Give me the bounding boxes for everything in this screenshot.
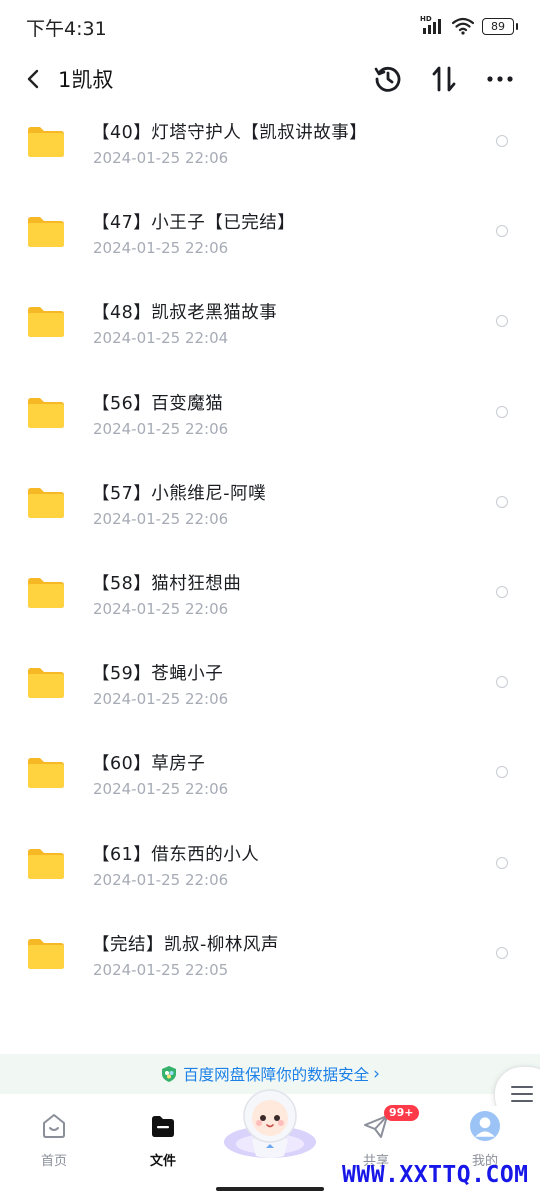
tab-label: 首页 xyxy=(40,1154,67,1169)
file-name: 【47】小王子【已完结】 xyxy=(92,213,296,234)
assistant-mascot-button[interactable] xyxy=(222,1082,318,1160)
mascot-icon xyxy=(224,1089,316,1158)
file-list-item[interactable]: 【48】凯叔老黑猫故事 2024-01-25 22:04 xyxy=(0,286,540,376)
file-date: 2024-01-25 22:06 xyxy=(93,509,229,528)
file-date: 2024-01-25 22:06 xyxy=(93,780,229,799)
file-date: 2024-01-25 22:06 xyxy=(93,419,229,438)
select-radio[interactable] xyxy=(496,315,508,328)
file-date: 2024-01-25 22:06 xyxy=(93,239,229,258)
file-date: 2024-01-25 22:04 xyxy=(93,329,229,348)
back-button[interactable] xyxy=(18,62,48,96)
file-name: 【58】猫村狂想曲 xyxy=(92,573,242,594)
avatar-icon xyxy=(470,1111,500,1141)
menu-line xyxy=(511,1086,533,1088)
status-time: 下午4:31 xyxy=(26,18,107,40)
home-icon xyxy=(43,1114,65,1138)
more-button[interactable] xyxy=(482,62,518,96)
history-button[interactable] xyxy=(370,62,406,96)
select-radio[interactable] xyxy=(496,405,508,418)
file-list-item[interactable]: 【40】灯塔守护人【凯叔讲故事】 2024-01-25 22:06 xyxy=(0,106,540,196)
select-radio[interactable] xyxy=(496,495,508,508)
tab-files[interactable]: 文件 xyxy=(123,1106,203,1176)
signal-icon: HD xyxy=(420,15,444,35)
file-list-item[interactable]: 【60】草房子 2024-01-25 22:06 xyxy=(0,737,540,827)
menu-line xyxy=(511,1093,533,1095)
folder-icon xyxy=(28,217,64,248)
folder-icon xyxy=(28,938,64,969)
back-icon xyxy=(27,69,39,89)
select-radio[interactable] xyxy=(496,856,508,869)
file-list: 【40】灯塔守护人【凯叔讲故事】 2024-01-25 22:06 【47】小王… xyxy=(0,106,540,1008)
tab-home[interactable]: 首页 xyxy=(14,1106,94,1176)
file-name: 【59】苍蝇小子 xyxy=(92,664,224,685)
file-name: 【57】小熊维尼-阿噗 xyxy=(92,483,267,504)
wifi-icon xyxy=(451,17,475,35)
file-name: 【完结】凯叔-柳林风声 xyxy=(92,934,279,955)
select-radio[interactable] xyxy=(496,225,508,238)
folder-icon xyxy=(28,397,64,428)
folder-icon xyxy=(28,127,64,157)
file-name: 【61】借东西的小人 xyxy=(92,844,260,865)
file-list-item[interactable]: 【57】小熊维尼-阿噗 2024-01-25 22:06 xyxy=(0,467,540,557)
battery-indicator: 89 xyxy=(482,17,518,35)
notification-badge: 99+ xyxy=(384,1105,419,1121)
folder-icon xyxy=(28,848,64,879)
file-list-item[interactable]: 【56】百变魔猫 2024-01-25 22:06 xyxy=(0,377,540,467)
home-indicator xyxy=(216,1187,324,1191)
file-date: 2024-01-25 22:06 xyxy=(93,690,229,709)
folder-icon xyxy=(28,307,64,338)
file-name: 【40】灯塔守护人【凯叔讲故事】 xyxy=(92,123,368,143)
folder-icon xyxy=(28,577,64,608)
sort-button[interactable] xyxy=(426,62,462,96)
sort-icon xyxy=(432,66,456,92)
select-radio[interactable] xyxy=(496,946,508,959)
folder-icon xyxy=(28,487,64,518)
file-list-item[interactable]: 【61】借东西的小人 2024-01-25 22:06 xyxy=(0,828,540,918)
status-bar: 下午4:31 HD 89 xyxy=(0,0,540,52)
chevron-right-icon: › xyxy=(373,1064,380,1084)
file-date: 2024-01-25 22:05 xyxy=(93,960,229,979)
top-bar: 1凯叔 xyxy=(0,52,540,106)
status-icons: HD 89 xyxy=(420,15,518,36)
file-name: 【56】百变魔猫 xyxy=(92,393,224,414)
folder-filled-icon xyxy=(152,1116,174,1137)
menu-line xyxy=(511,1100,533,1102)
tab-label: 文件 xyxy=(149,1154,176,1169)
file-name: 【48】凯叔老黑猫故事 xyxy=(92,303,278,324)
more-icon xyxy=(487,76,513,82)
file-list-item[interactable]: 【完结】凯叔-柳林风声 2024-01-25 22:05 xyxy=(0,918,540,1008)
file-name: 【60】草房子 xyxy=(92,754,206,775)
file-date: 2024-01-25 22:06 xyxy=(93,870,229,889)
shield-icon xyxy=(162,1066,177,1082)
folder-icon xyxy=(28,758,64,789)
select-radio[interactable] xyxy=(496,676,508,689)
file-date: 2024-01-25 22:06 xyxy=(93,599,229,618)
file-date: 2024-01-25 22:06 xyxy=(93,149,229,167)
select-radio[interactable] xyxy=(496,135,508,147)
file-list-item[interactable]: 【47】小王子【已完结】 2024-01-25 22:06 xyxy=(0,196,540,286)
history-icon xyxy=(374,66,401,92)
file-list-item[interactable]: 【58】猫村狂想曲 2024-01-25 22:06 xyxy=(0,557,540,647)
select-radio[interactable] xyxy=(496,766,508,779)
folder-icon xyxy=(28,668,64,699)
folder-title: 1凯叔 xyxy=(58,68,114,92)
file-list-item[interactable]: 【59】苍蝇小子 2024-01-25 22:06 xyxy=(0,647,540,737)
select-radio[interactable] xyxy=(496,585,508,598)
watermark-text: WWW.XXTTQ.COM xyxy=(342,1162,529,1188)
